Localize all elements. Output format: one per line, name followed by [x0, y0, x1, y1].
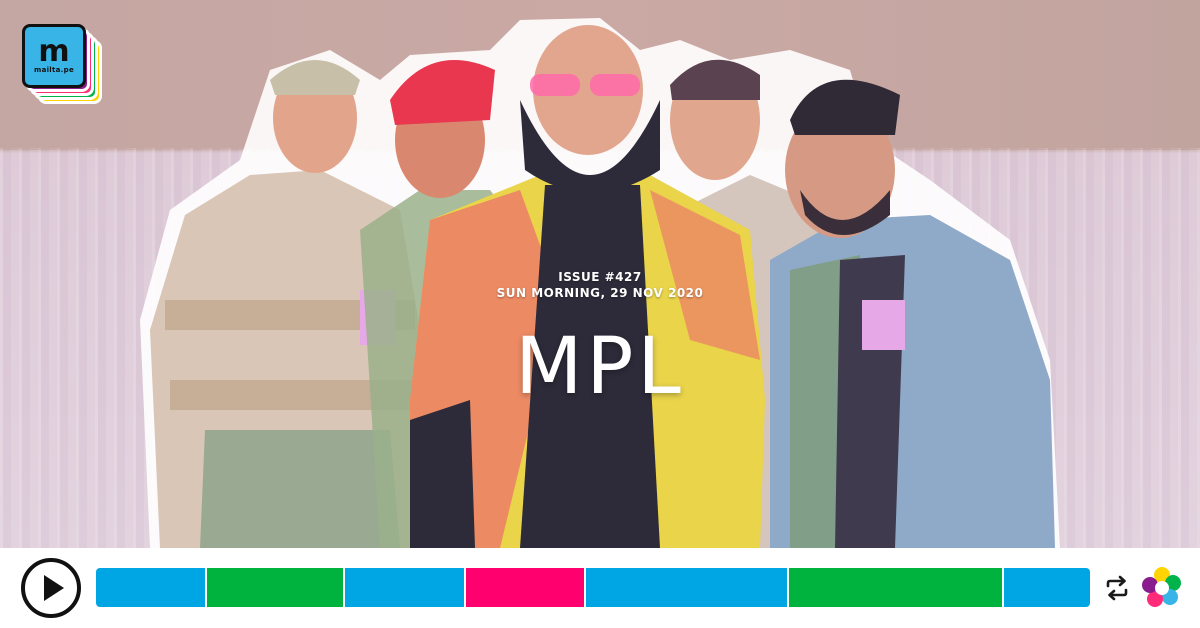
- progress-segment[interactable]: [586, 568, 789, 607]
- brand-logo[interactable]: m mailta.pe: [22, 24, 106, 108]
- issue-caption: ISSUE #427 SUN MORNING, 29 NOV 2020 MPL: [0, 270, 1200, 412]
- logo-glyph: m: [38, 34, 70, 69]
- progress-segment[interactable]: [96, 568, 207, 607]
- progress-segment[interactable]: [788, 568, 1005, 607]
- person-3-glasses-left: [530, 74, 580, 96]
- play-icon: [44, 575, 64, 601]
- person-3-arm: [410, 400, 475, 548]
- progress-segment[interactable]: [206, 568, 345, 607]
- issue-number: ISSUE #427: [558, 270, 642, 284]
- flower-logo-icon[interactable]: [1142, 566, 1182, 610]
- repeat-icon[interactable]: [1103, 574, 1131, 602]
- progress-segment[interactable]: [1004, 568, 1090, 607]
- person-3-glasses-right: [590, 74, 640, 96]
- play-button[interactable]: [21, 558, 81, 618]
- person-1-pants: [200, 430, 400, 548]
- logo-wordmark: mailta.pe: [33, 66, 74, 74]
- progress-segment[interactable]: [465, 568, 587, 607]
- player-bar: [0, 548, 1200, 628]
- logo-face: m mailta.pe: [22, 24, 86, 88]
- artist-name: MPL: [515, 322, 685, 412]
- progress-segment[interactable]: [345, 568, 466, 607]
- hero-artwork: m mailta.pe ISSUE #427 SUN MORNING, 29 N…: [0, 0, 1200, 548]
- issue-date: SUN MORNING, 29 NOV 2020: [496, 286, 704, 300]
- progress-track[interactable]: [96, 568, 1090, 607]
